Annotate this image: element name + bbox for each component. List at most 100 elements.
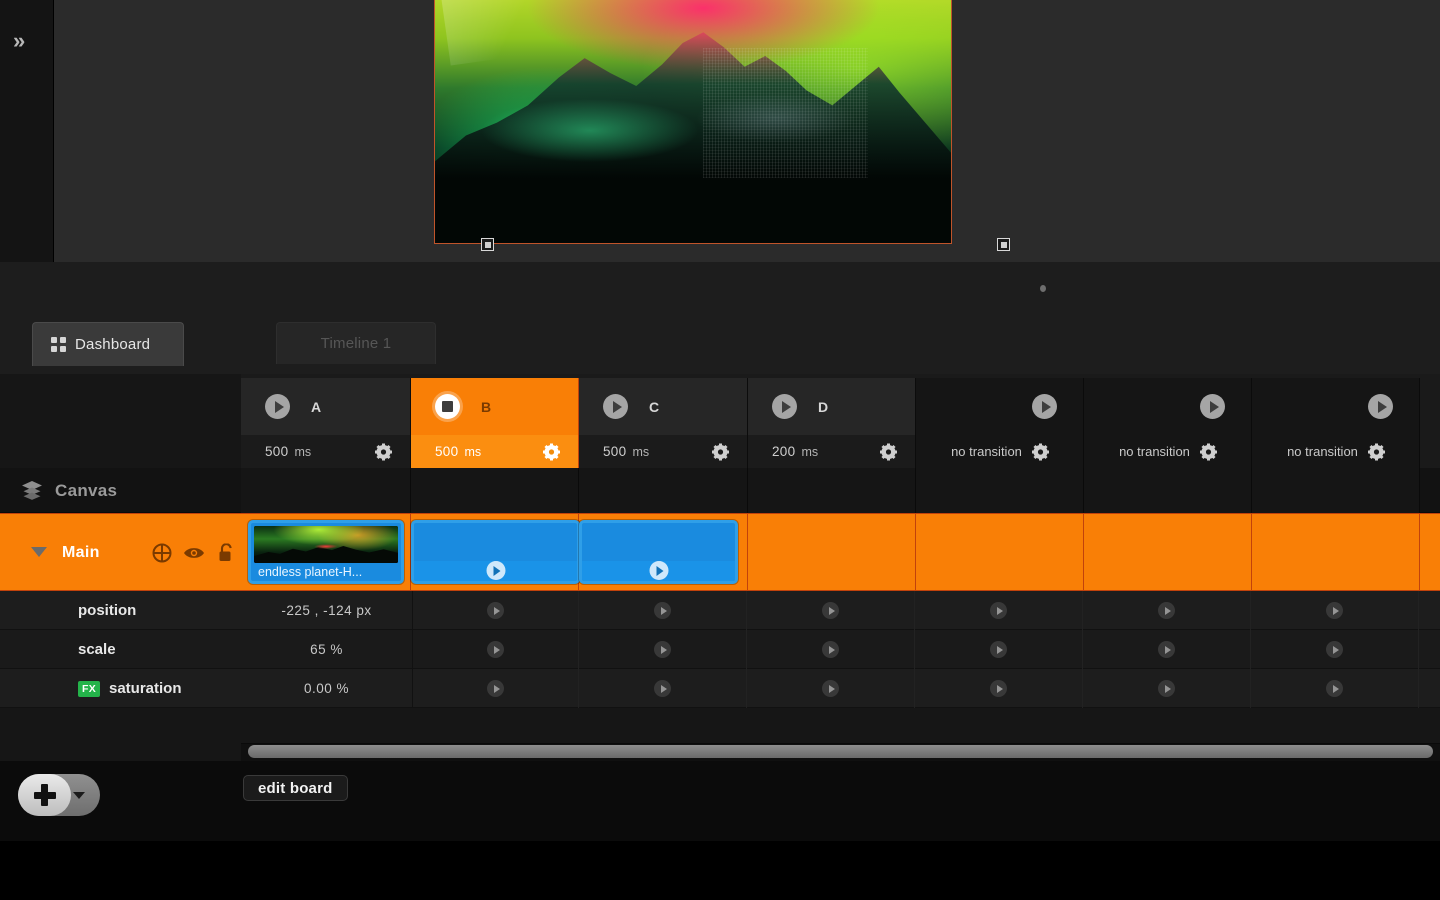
- keyframe-cell[interactable]: [413, 591, 579, 630]
- timeline-clip[interactable]: endless planet-H...: [248, 520, 404, 584]
- clip-arrow-icon[interactable]: [649, 561, 668, 580]
- add-target-icon[interactable]: [152, 543, 172, 563]
- gear-icon[interactable]: [375, 443, 392, 460]
- edit-board-button[interactable]: edit board: [243, 775, 348, 801]
- group-cell[interactable]: [579, 468, 748, 513]
- gear-icon[interactable]: [712, 443, 729, 460]
- clip-arrow-icon[interactable]: [486, 561, 505, 580]
- stop-icon[interactable]: [435, 394, 460, 419]
- state-column-c[interactable]: C500ms: [579, 378, 748, 468]
- play-icon[interactable]: [772, 394, 797, 419]
- keyframe-cell[interactable]: [413, 630, 579, 669]
- keyframe-cell[interactable]: [579, 669, 747, 708]
- keyframe-arrow-icon[interactable]: [822, 680, 839, 697]
- state-header[interactable]: B: [411, 378, 578, 435]
- keyframe-cell[interactable]: [579, 591, 747, 630]
- play-icon[interactable]: [1368, 394, 1393, 419]
- keyframe-arrow-icon[interactable]: [654, 602, 671, 619]
- play-icon[interactable]: [603, 394, 628, 419]
- timeline-clip[interactable]: [579, 520, 738, 584]
- horizontal-scrollbar-thumb[interactable]: [248, 745, 1433, 758]
- bottom-right-handle[interactable]: [997, 238, 1010, 251]
- keyframe-cell[interactable]: [1251, 630, 1419, 669]
- property-name-cell[interactable]: FXsaturation: [0, 669, 241, 708]
- keyframe-arrow-icon[interactable]: [487, 641, 504, 658]
- eye-icon[interactable]: [183, 546, 205, 561]
- state-duration-row[interactable]: 200ms: [748, 435, 915, 468]
- keyframe-cell[interactable]: [579, 630, 747, 669]
- group-cell[interactable]: [1084, 468, 1252, 513]
- keyframe-arrow-icon[interactable]: [990, 680, 1007, 697]
- keyframe-arrow-icon[interactable]: [1326, 641, 1343, 658]
- keyframe-cell[interactable]: [413, 669, 579, 708]
- gear-icon[interactable]: [1032, 443, 1049, 460]
- keyframe-arrow-icon[interactable]: [990, 602, 1007, 619]
- keyframe-arrow-icon[interactable]: [654, 680, 671, 697]
- state-column-d[interactable]: D200ms: [748, 378, 916, 468]
- state-column-7[interactable]: no transition: [1252, 378, 1420, 468]
- state-header[interactable]: [916, 378, 1083, 435]
- state-duration-row[interactable]: 500ms: [241, 435, 410, 468]
- keyframe-arrow-icon[interactable]: [822, 602, 839, 619]
- state-header[interactable]: [1252, 378, 1419, 435]
- tab-timeline-1[interactable]: Timeline 1: [276, 322, 436, 364]
- keyframe-cell[interactable]: [747, 630, 915, 669]
- keyframe-cell[interactable]: [1083, 630, 1251, 669]
- property-name-cell[interactable]: position: [0, 591, 241, 630]
- state-header[interactable]: C: [579, 378, 747, 435]
- gear-icon[interactable]: [880, 443, 897, 460]
- keyframe-cell[interactable]: [1251, 591, 1419, 630]
- group-row-canvas[interactable]: Canvas: [0, 468, 1440, 513]
- layer-cell[interactable]: [916, 514, 1084, 592]
- group-cell[interactable]: [916, 468, 1084, 513]
- keyframe-arrow-icon[interactable]: [1326, 602, 1343, 619]
- state-header[interactable]: D: [748, 378, 915, 435]
- keyframe-arrow-icon[interactable]: [1158, 680, 1175, 697]
- keyframe-arrow-icon[interactable]: [1158, 641, 1175, 658]
- layer-name-cell[interactable]: Main: [0, 514, 241, 592]
- caret-down-icon[interactable]: [73, 792, 85, 799]
- state-duration-row[interactable]: no transition: [916, 435, 1083, 468]
- keyframe-arrow-icon[interactable]: [990, 641, 1007, 658]
- state-column-6[interactable]: no transition: [1084, 378, 1252, 468]
- state-column-b[interactable]: B500ms: [411, 378, 579, 468]
- group-cell[interactable]: [411, 468, 579, 513]
- keyframe-cell[interactable]: [1251, 669, 1419, 708]
- plus-icon[interactable]: [18, 774, 71, 816]
- layer-cell[interactable]: [1084, 514, 1252, 592]
- gear-icon[interactable]: [1200, 443, 1217, 460]
- add-button[interactable]: [18, 774, 100, 816]
- state-duration-row[interactable]: 500ms: [579, 435, 747, 468]
- state-duration[interactable]: 500: [435, 444, 458, 459]
- state-duration[interactable]: 500: [265, 444, 288, 459]
- keyframe-arrow-icon[interactable]: [1158, 602, 1175, 619]
- timeline-clip[interactable]: [411, 520, 580, 584]
- state-duration[interactable]: 500: [603, 444, 626, 459]
- state-column-5[interactable]: no transition: [916, 378, 1084, 468]
- keyframe-arrow-icon[interactable]: [822, 641, 839, 658]
- keyframe-cell[interactable]: [915, 591, 1083, 630]
- keyframe-cell[interactable]: [747, 591, 915, 630]
- play-icon[interactable]: [1032, 394, 1057, 419]
- gear-icon[interactable]: [1368, 443, 1385, 460]
- play-icon[interactable]: [1200, 394, 1225, 419]
- state-duration-row[interactable]: 500ms: [411, 435, 578, 468]
- unlock-icon[interactable]: [218, 544, 234, 563]
- property-name-cell[interactable]: scale: [0, 630, 241, 669]
- keyframe-cell[interactable]: [915, 669, 1083, 708]
- layer-cell[interactable]: [748, 514, 916, 592]
- state-duration-row[interactable]: no transition: [1084, 435, 1251, 468]
- keyframe-arrow-icon[interactable]: [487, 602, 504, 619]
- state-duration-row[interactable]: no transition: [1252, 435, 1419, 468]
- bottom-left-handle[interactable]: [481, 238, 494, 251]
- keyframe-arrow-icon[interactable]: [1326, 680, 1343, 697]
- group-cell[interactable]: [1252, 468, 1420, 513]
- layer-cell[interactable]: [1252, 514, 1420, 592]
- state-header[interactable]: A: [241, 378, 410, 435]
- chevron-double-right-icon[interactable]: »: [13, 27, 41, 55]
- property-value[interactable]: 0.00 %: [241, 669, 413, 708]
- group-cell[interactable]: [748, 468, 916, 513]
- play-icon[interactable]: [265, 394, 290, 419]
- keyframe-cell[interactable]: [915, 630, 1083, 669]
- artboard-image[interactable]: [434, 0, 952, 244]
